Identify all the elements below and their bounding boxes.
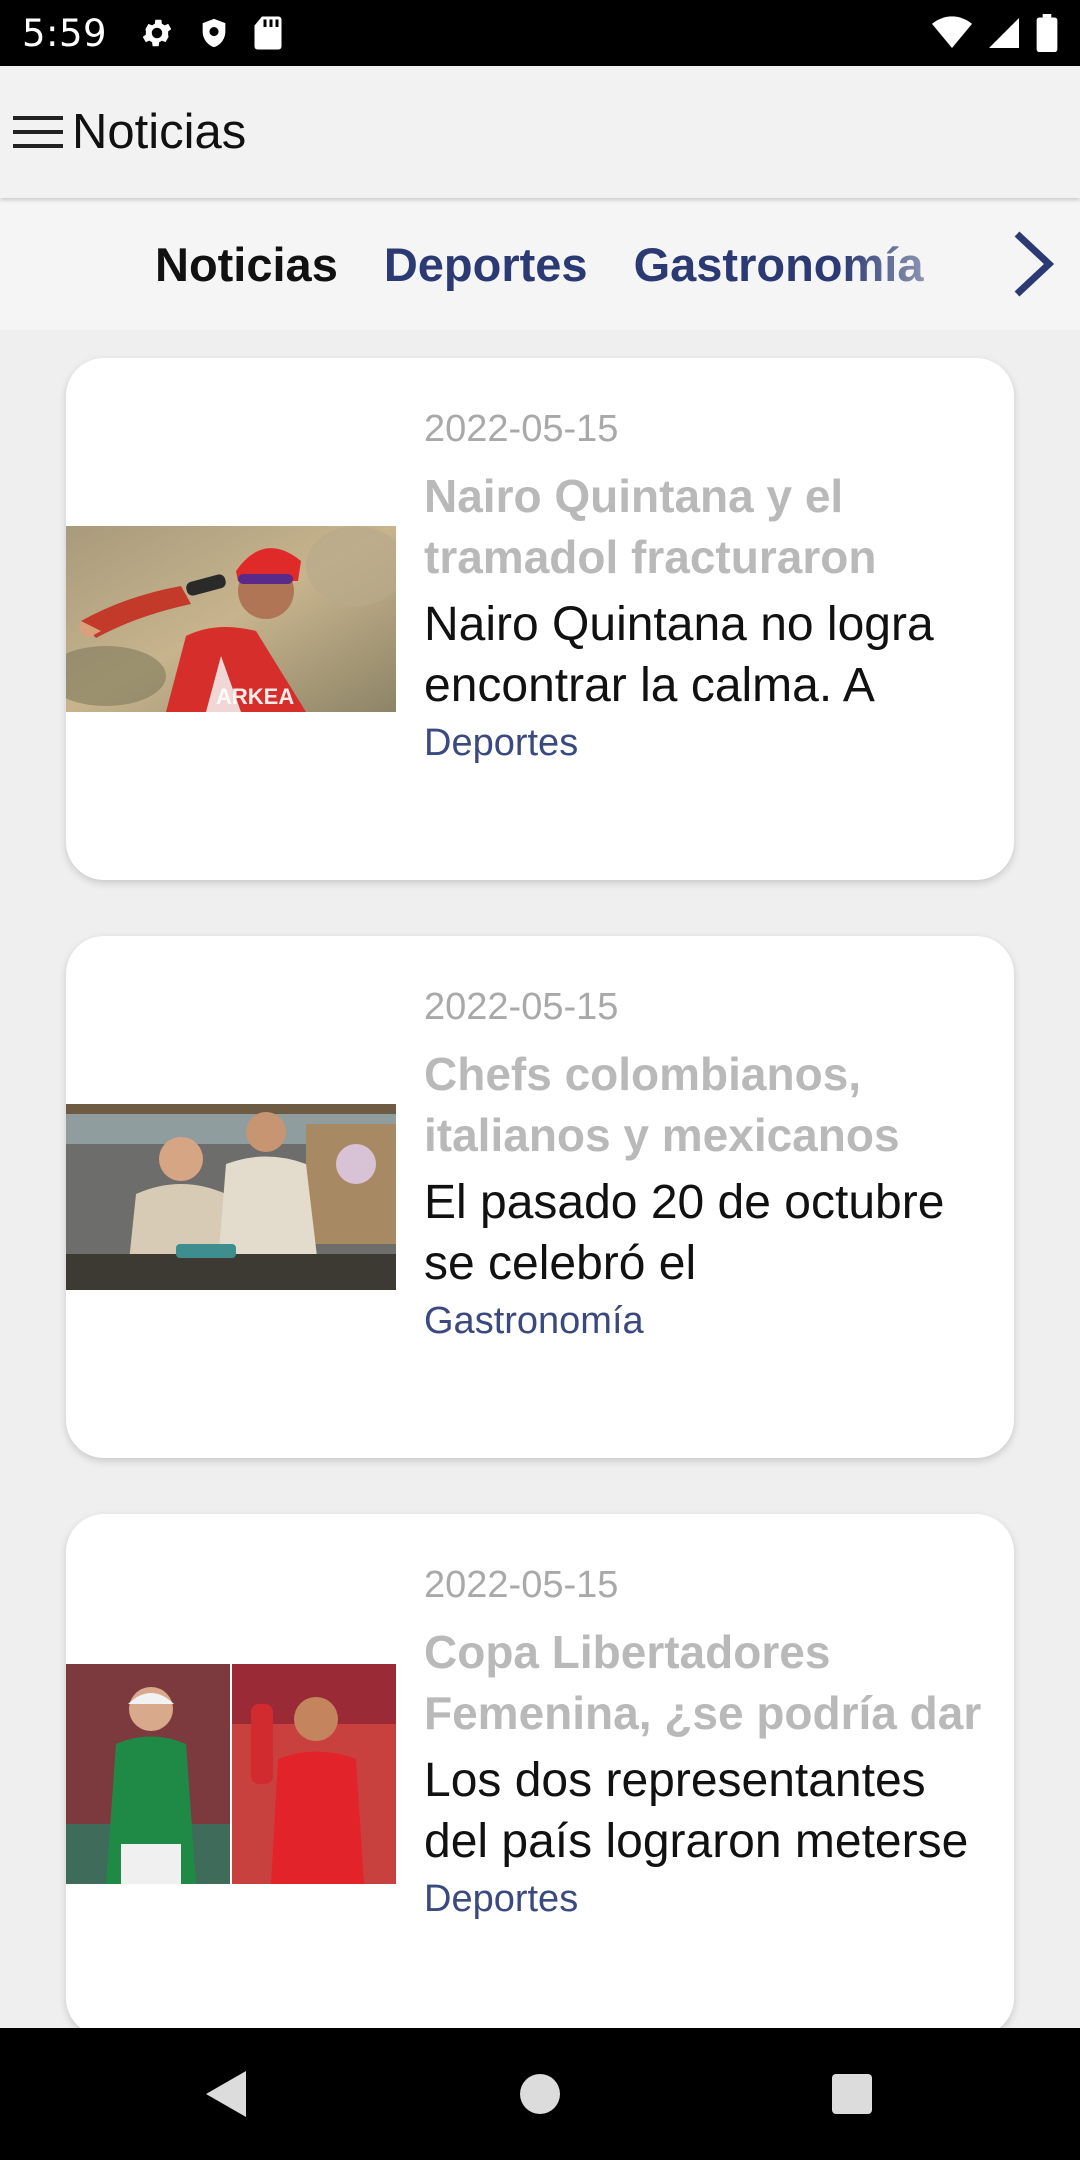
tab-noticias[interactable]: Noticias xyxy=(155,237,338,292)
article-date: 2022-05-15 xyxy=(424,408,619,450)
hamburger-menu-icon[interactable] xyxy=(6,101,68,163)
status-time: 5:59 xyxy=(22,11,108,55)
tab-deportes[interactable]: Deportes xyxy=(384,237,588,292)
cyclist-drinking-photo: ARKEA xyxy=(66,526,396,712)
news-card[interactable]: 2022-05-15 Copa Libertadores Femenina, ¿… xyxy=(66,1514,1014,2028)
news-card-text: 2022-05-15 Nairo Quintana y el tramadol … xyxy=(424,406,994,768)
article-date: 2022-05-15 xyxy=(424,1564,619,1606)
article-category[interactable]: Deportes xyxy=(424,1874,994,1924)
news-card-text: 2022-05-15 Chefs colombianos, italianos … xyxy=(424,984,994,1346)
status-bar: 5:59 xyxy=(0,0,1080,66)
article-category[interactable]: Deportes xyxy=(424,718,994,768)
article-title[interactable]: Nairo Quintana y el tramadol fracturaron xyxy=(424,466,994,588)
tabs-fade-overlay xyxy=(840,212,990,316)
article-excerpt: Los dos representantes del país lograron… xyxy=(424,1754,969,1868)
back-icon[interactable] xyxy=(196,2064,256,2124)
svg-text:ARKEA: ARKEA xyxy=(216,684,294,709)
article-excerpt: El pasado 20 de octubre se celebró el xyxy=(424,1176,945,1290)
news-card-text: 2022-05-15 Copa Libertadores Femenina, ¿… xyxy=(424,1562,994,1924)
news-card[interactable]: ARKEA 2022-05-15 Nairo Quintana y el tra… xyxy=(66,358,1014,880)
womens-football-players-photo xyxy=(66,1664,396,1884)
chevron-right-icon[interactable] xyxy=(1000,228,1066,300)
status-icons-right xyxy=(932,14,1058,52)
gear-icon xyxy=(139,15,175,51)
news-card[interactable]: 2022-05-15 Chefs colombianos, italianos … xyxy=(66,936,1014,1458)
chefs-cooking-photo xyxy=(66,1104,396,1290)
article-date: 2022-05-15 xyxy=(424,986,619,1028)
screen: 5:59 Noticias Noticias Deportes Gastrono… xyxy=(0,0,1080,2160)
article-title[interactable]: Copa Libertadores Femenina, ¿se podría d… xyxy=(424,1622,994,1744)
status-icons-left xyxy=(139,15,283,51)
article-title[interactable]: Chefs colombianos, italianos y mexicanos xyxy=(424,1044,994,1166)
news-feed[interactable]: ARKEA 2022-05-15 Nairo Quintana y el tra… xyxy=(0,330,1080,2028)
shield-icon xyxy=(197,15,231,51)
article-category[interactable]: Gastronomía xyxy=(424,1296,994,1346)
category-tabs: Noticias Deportes Gastronomía xyxy=(0,198,1080,330)
page-title: Noticias xyxy=(72,105,247,159)
recents-icon[interactable] xyxy=(822,2064,882,2124)
sd-card-icon xyxy=(253,15,283,51)
battery-icon xyxy=(1036,14,1058,52)
app-bar: Noticias xyxy=(0,66,1080,198)
wifi-icon xyxy=(932,15,972,51)
system-nav-bar xyxy=(0,2028,1080,2160)
home-icon[interactable] xyxy=(510,2064,570,2124)
cellular-signal-icon xyxy=(986,15,1022,51)
article-excerpt: Nairo Quintana no logra encontrar la cal… xyxy=(424,598,934,712)
